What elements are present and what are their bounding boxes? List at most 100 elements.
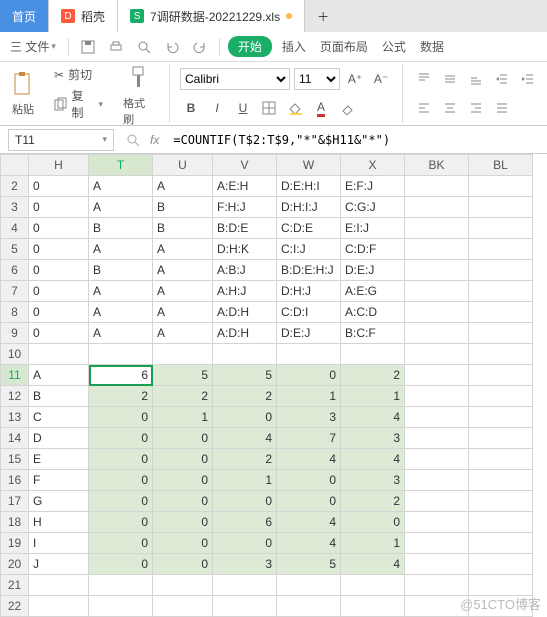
cell[interactable] (469, 176, 533, 197)
column-header[interactable]: H (29, 155, 89, 176)
qat-undo[interactable] (161, 38, 183, 56)
cancel-formula-button[interactable] (126, 133, 140, 147)
cell[interactable]: A (89, 197, 153, 218)
cell[interactable]: A (89, 239, 153, 260)
cell[interactable]: 4 (277, 533, 341, 554)
cell[interactable]: 0 (89, 428, 153, 449)
cell[interactable]: 0 (153, 554, 213, 575)
row-header[interactable]: 4 (1, 218, 29, 239)
cell[interactable]: D:E:J (277, 323, 341, 344)
align-bottom-button[interactable] (465, 68, 487, 90)
cut-button[interactable]: ✂剪切 (50, 65, 107, 84)
cell[interactable] (405, 302, 469, 323)
formula-input[interactable] (171, 132, 547, 148)
cell[interactable] (405, 470, 469, 491)
align-center-button[interactable] (439, 97, 461, 119)
cell[interactable] (405, 323, 469, 344)
cell[interactable]: C (29, 407, 89, 428)
cell[interactable]: D (29, 428, 89, 449)
cell[interactable]: C:D:F (341, 239, 405, 260)
row-header[interactable]: 17 (1, 491, 29, 512)
cell[interactable] (469, 512, 533, 533)
row-header[interactable]: 9 (1, 323, 29, 344)
column-header[interactable]: V (213, 155, 277, 176)
row-header[interactable]: 14 (1, 428, 29, 449)
cell[interactable]: 0 (89, 533, 153, 554)
cell[interactable]: 0 (89, 449, 153, 470)
row-header[interactable]: 18 (1, 512, 29, 533)
column-header[interactable]: W (277, 155, 341, 176)
cell[interactable] (405, 491, 469, 512)
cell[interactable]: D:H:J (277, 281, 341, 302)
cell[interactable]: D:E:J (341, 260, 405, 281)
cell[interactable] (469, 197, 533, 218)
cell[interactable]: 5 (213, 365, 277, 386)
cell[interactable]: B (153, 218, 213, 239)
cell[interactable]: 0 (213, 533, 277, 554)
row-header[interactable]: 20 (1, 554, 29, 575)
cell[interactable] (89, 596, 153, 617)
row-header[interactable]: 7 (1, 281, 29, 302)
cell[interactable]: A:E:H (213, 176, 277, 197)
cell[interactable]: 0 (89, 491, 153, 512)
cell[interactable]: A (153, 302, 213, 323)
cell[interactable] (469, 386, 533, 407)
cell[interactable]: D:H:K (213, 239, 277, 260)
cell[interactable]: E:F:J (341, 176, 405, 197)
cell[interactable] (89, 344, 153, 365)
column-header[interactable]: U (153, 155, 213, 176)
cell[interactable]: A (153, 176, 213, 197)
cell[interactable]: A (89, 302, 153, 323)
cell[interactable]: A (153, 281, 213, 302)
cell[interactable] (213, 344, 277, 365)
cell[interactable]: 1 (277, 386, 341, 407)
cell[interactable] (405, 239, 469, 260)
cell[interactable] (405, 428, 469, 449)
cell[interactable] (469, 344, 533, 365)
cell[interactable] (469, 323, 533, 344)
tab-home[interactable]: 首页 (0, 0, 49, 32)
fill-color-button[interactable] (284, 97, 306, 119)
bold-button[interactable]: B (180, 97, 202, 119)
cell[interactable] (405, 260, 469, 281)
cell[interactable]: 0 (89, 554, 153, 575)
cell[interactable]: 5 (153, 365, 213, 386)
cell[interactable] (469, 407, 533, 428)
cell[interactable]: A:H:J (213, 281, 277, 302)
cell[interactable]: 0 (29, 323, 89, 344)
cell[interactable]: 0 (29, 281, 89, 302)
align-left-button[interactable] (413, 97, 435, 119)
cell[interactable] (213, 596, 277, 617)
cell[interactable]: D:H:I:J (277, 197, 341, 218)
cell[interactable] (469, 575, 533, 596)
cell[interactable]: A (153, 323, 213, 344)
cell[interactable]: 0 (153, 512, 213, 533)
row-header[interactable]: 8 (1, 302, 29, 323)
font-name-select[interactable]: Calibri (180, 68, 290, 90)
cell[interactable]: 4 (277, 449, 341, 470)
cell[interactable]: B:C:F (341, 323, 405, 344)
column-header[interactable]: T (89, 155, 153, 176)
cell[interactable]: 4 (341, 554, 405, 575)
cell[interactable] (277, 596, 341, 617)
cell[interactable]: A (153, 260, 213, 281)
align-right-button[interactable] (465, 97, 487, 119)
cell[interactable] (405, 596, 469, 617)
cell[interactable]: 2 (341, 365, 405, 386)
cell[interactable] (469, 428, 533, 449)
row-header[interactable]: 21 (1, 575, 29, 596)
cell[interactable]: A (89, 281, 153, 302)
cell[interactable]: 0 (277, 470, 341, 491)
cell[interactable]: 4 (341, 449, 405, 470)
row-header[interactable]: 11 (1, 365, 29, 386)
cell[interactable]: 0 (213, 407, 277, 428)
cell[interactable]: G (29, 491, 89, 512)
cell[interactable] (341, 575, 405, 596)
menu-page-layout[interactable]: 页面布局 (316, 36, 372, 57)
cell[interactable]: A:C:D (341, 302, 405, 323)
cell[interactable]: 7 (277, 428, 341, 449)
row-header[interactable]: 22 (1, 596, 29, 617)
cell[interactable] (341, 596, 405, 617)
cell[interactable] (469, 239, 533, 260)
row-header[interactable]: 2 (1, 176, 29, 197)
